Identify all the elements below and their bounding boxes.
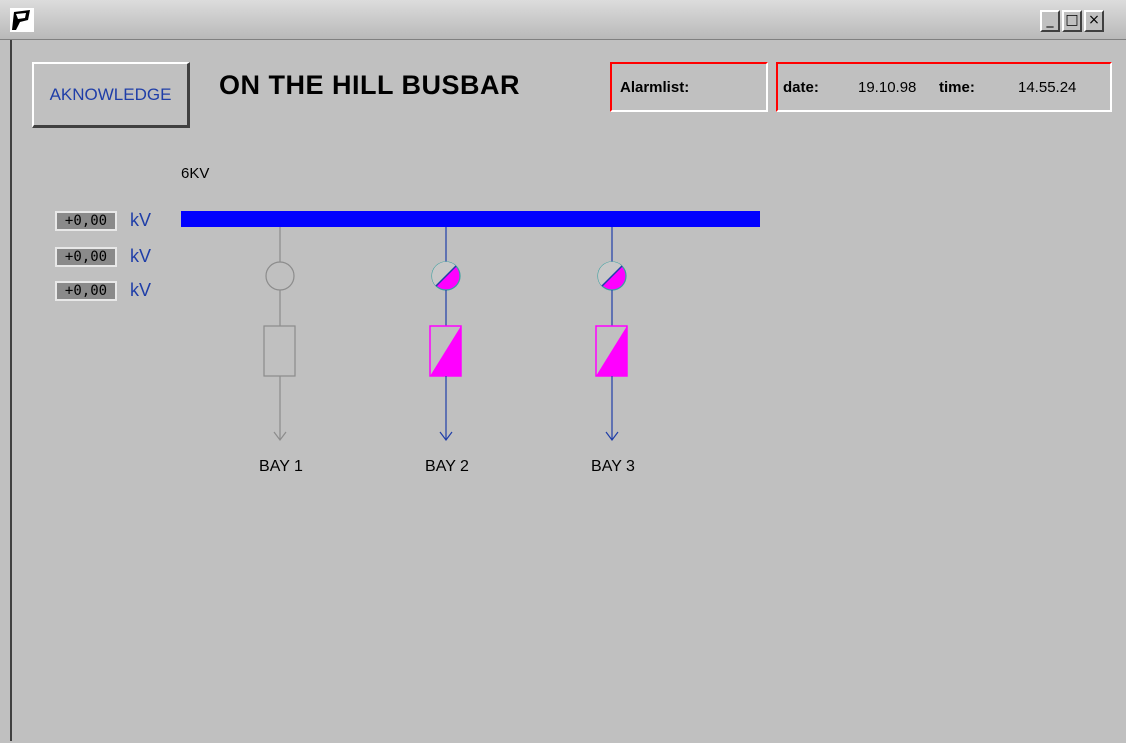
bay-3-label: BAY 3 (591, 458, 635, 475)
busbar[interactable] (181, 211, 760, 227)
bay-1-breaker-icon[interactable] (263, 325, 296, 377)
scada-window: _ □ × AKNOWLEDGE ON THE HILL BUSBAR Alar… (0, 0, 1126, 743)
bay-2-breaker-icon[interactable] (429, 325, 462, 377)
bay-3-feeder[interactable] (595, 227, 628, 441)
bay-1-feeder[interactable] (263, 227, 296, 441)
bay-3-breaker-icon[interactable] (595, 325, 628, 377)
bay-2-label: BAY 2 (425, 458, 469, 475)
bay-1-label: BAY 1 (259, 458, 303, 475)
bay-2-feeder[interactable] (429, 227, 462, 441)
bay-1-disconnector-icon[interactable] (265, 261, 295, 291)
bay-3-disconnector-icon[interactable] (597, 261, 627, 291)
bay-2-disconnector-icon[interactable] (431, 261, 461, 291)
single-line-diagram (181, 211, 760, 441)
